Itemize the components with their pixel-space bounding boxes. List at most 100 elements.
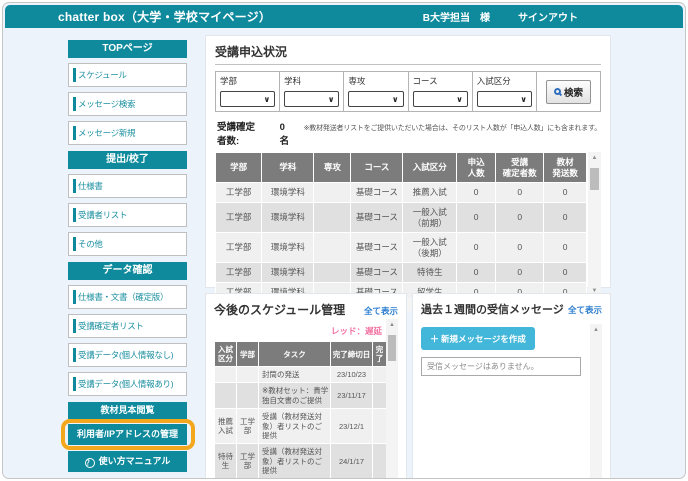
sidebar-item-confirmed-list[interactable]: 受講確定者リスト bbox=[68, 314, 187, 338]
scroll-up-icon[interactable]: ▲ bbox=[590, 324, 602, 336]
sidebar-item-data-personal[interactable]: 受講データ(個人情報あり) bbox=[68, 372, 187, 396]
table-row: 工学部環境学科基礎コース一般入試 （後期）000 bbox=[216, 233, 587, 263]
user-name: B大学担当 様 bbox=[423, 9, 490, 24]
table-cell bbox=[215, 383, 237, 409]
table-cell: 封筒の発送 bbox=[259, 367, 331, 383]
filter-bar: 学部 ∨ 学科 ∨ 専攻 ∨ コース ∨ 入試区分 ∨ bbox=[215, 71, 601, 112]
sidebar-header-submit: 提出/校了 bbox=[68, 151, 187, 169]
table-row: 封筒の発送23/10/23 bbox=[215, 367, 387, 383]
table-cell bbox=[237, 367, 259, 383]
confirmed-count-row: 受講確定者数: 0名 ※教材発送者リストをご提供いただいた場合は、そのリスト人数… bbox=[217, 119, 601, 147]
filter-major: 専攻 ∨ bbox=[344, 72, 408, 111]
table-cell: 工学部 bbox=[237, 444, 259, 479]
table-row: ※教材セット：貴学独自文書のご提供23/11/17 bbox=[215, 383, 387, 409]
table-cell: 23/12/1 bbox=[331, 409, 373, 444]
table-cell: 一般入試 （後期） bbox=[403, 233, 457, 263]
department-select[interactable]: ∨ bbox=[284, 91, 339, 107]
sidebar-item-schedule[interactable]: スケジュール bbox=[68, 63, 187, 87]
table-cell: 環境学科 bbox=[262, 263, 314, 283]
scrollbar-thumb[interactable] bbox=[388, 335, 396, 361]
table-cell: 環境学科 bbox=[262, 183, 314, 203]
filter-course: コース ∨ bbox=[409, 72, 473, 111]
sidebar-item-student-list[interactable]: 受講者リスト bbox=[68, 203, 187, 227]
table-cell: 工学部 bbox=[216, 202, 262, 232]
application-table-header-row: 学部 学科 専攻 コース 入試区分 申込 人数 受講 確定者数 教材 発送数 bbox=[216, 153, 587, 183]
plus-icon: ＋ bbox=[430, 332, 439, 345]
table-cell: ※教材セット：貴学独自文書のご提供 bbox=[259, 383, 331, 409]
chevron-down-icon: ∨ bbox=[456, 95, 463, 104]
sidebar-item-data-anonymous[interactable]: 受講データ(個人情報なし) bbox=[68, 343, 187, 367]
schedule-panel: 今後のスケジュール管理 全て表示 レッド：遅延 入試 区分 学部 タスク 完了締… bbox=[205, 293, 407, 479]
scroll-up-icon[interactable]: ▲ bbox=[588, 152, 601, 164]
table-row: 工学部環境学科基礎コース特待生000 bbox=[216, 263, 587, 283]
table-cell: 基礎コース bbox=[351, 263, 403, 283]
filter-search-cell: 検索 bbox=[537, 72, 600, 111]
sidebar-item-message-search[interactable]: メッセージ検索 bbox=[68, 92, 187, 116]
table-row: 工学部環境学科基礎コース一般入試 （前期）000 bbox=[216, 202, 587, 232]
schedule-table-header-row: 入試 区分 学部 タスク 完了締切日 完 了 bbox=[215, 342, 387, 367]
table-cell: 0 bbox=[457, 202, 496, 232]
course-select[interactable]: ∨ bbox=[413, 91, 468, 107]
sidebar-section-submit: 提出/校了 仕様書 受講者リスト その他 bbox=[68, 151, 187, 256]
table-cell: 0 bbox=[496, 202, 544, 232]
major-select[interactable]: ∨ bbox=[348, 91, 403, 107]
sidebar-header-data: データ確認 bbox=[68, 262, 187, 280]
table-cell: 23/11/17 bbox=[331, 383, 373, 409]
delay-legend: レッド：遅延 bbox=[214, 325, 382, 337]
table-cell: 0 bbox=[457, 183, 496, 203]
application-table-zone: 学部 学科 専攻 コース 入試区分 申込 人数 受講 確定者数 教材 発送数 工… bbox=[215, 152, 601, 297]
search-button[interactable]: 検索 bbox=[546, 80, 591, 104]
table-cell: 特待生 bbox=[403, 263, 457, 283]
sidebar-item-spec[interactable]: 仕様書 bbox=[68, 174, 187, 198]
table-row: 特待生工学部受講（教材発送対象）者リストのご提供24/1/17 bbox=[215, 444, 387, 479]
sidebar-item-message-new[interactable]: メッセージ新規 bbox=[68, 121, 187, 145]
faculty-select[interactable]: ∨ bbox=[220, 91, 275, 107]
table-cell: 環境学科 bbox=[262, 233, 314, 263]
question-icon: ？ bbox=[85, 458, 95, 468]
table-cell: 工学部 bbox=[216, 263, 262, 283]
table-cell bbox=[373, 444, 387, 479]
table-cell: 推薦入試 bbox=[403, 183, 457, 203]
app-title: chatter box（大学・学校マイページ） bbox=[58, 8, 271, 25]
messages-view-all-link[interactable]: 全て表示 bbox=[568, 304, 602, 316]
table-cell: 0 bbox=[496, 183, 544, 203]
schedule-table: 入試 区分 学部 タスク 完了締切日 完 了 封筒の発送23/10/23※教材セ… bbox=[214, 341, 387, 479]
table-cell bbox=[314, 263, 351, 283]
scroll-up-icon[interactable]: ▲ bbox=[386, 319, 398, 331]
table-row: 推薦入試工学部受講（教材発送対象）者リストのご提供23/12/1 bbox=[215, 409, 387, 444]
table-cell: 0 bbox=[544, 263, 587, 283]
table-cell: 工学部 bbox=[237, 409, 259, 444]
messages-panel-title: 過去１週間の受信メッセージ bbox=[421, 301, 564, 317]
messages-panel: 過去１週間の受信メッセージ 全て表示 ＋ 新規メッセージを作成 受信メッセージは… bbox=[412, 293, 611, 479]
table-cell: 24/1/17 bbox=[331, 444, 373, 479]
top-bar: chatter box（大学・学校マイページ） B大学担当 様 サインアウト bbox=[5, 5, 683, 28]
confirmed-count-value: 0名 bbox=[280, 122, 290, 147]
sidebar: TOPページ スケジュール メッセージ検索 メッセージ新規 提出/校了 仕様書 … bbox=[68, 40, 187, 477]
material-sample-button[interactable]: 教材見本閲覧 bbox=[68, 402, 187, 419]
table-cell: 23/10/23 bbox=[331, 367, 373, 383]
sidebar-item-other[interactable]: その他 bbox=[68, 232, 187, 256]
sidebar-header-top: TOPページ bbox=[68, 40, 187, 58]
table-cell: 0 bbox=[457, 263, 496, 283]
schedule-view-all-link[interactable]: 全て表示 bbox=[364, 305, 398, 317]
table-cell bbox=[314, 233, 351, 263]
table-cell bbox=[215, 367, 237, 383]
application-table: 学部 学科 専攻 コース 入試区分 申込 人数 受講 確定者数 教材 発送数 工… bbox=[215, 152, 587, 297]
new-message-button[interactable]: ＋ 新規メッセージを作成 bbox=[421, 327, 535, 350]
table-cell bbox=[314, 202, 351, 232]
scrollbar-thumb[interactable] bbox=[590, 168, 599, 190]
sidebar-item-spec-final[interactable]: 仕様書・文書（確定版） bbox=[68, 285, 187, 309]
search-icon bbox=[554, 88, 561, 95]
table-cell: 0 bbox=[457, 233, 496, 263]
ip-admin-button[interactable]: 利用者/IPアドレスの管理 bbox=[68, 424, 187, 445]
table-cell: 0 bbox=[544, 202, 587, 232]
manual-button[interactable]: ？使い方マニュアル bbox=[68, 451, 187, 472]
exam-type-select[interactable]: ∨ bbox=[477, 91, 532, 107]
table-cell: 受講（教材発送対象）者リストのご提供 bbox=[259, 444, 331, 479]
table-cell: 工学部 bbox=[216, 233, 262, 263]
table-cell: 0 bbox=[496, 233, 544, 263]
messages-scrollbar: ▲ bbox=[590, 324, 602, 479]
signout-link[interactable]: サインアウト bbox=[518, 9, 578, 24]
filter-department: 学科 ∨ bbox=[280, 72, 344, 111]
sidebar-section-top: TOPページ スケジュール メッセージ検索 メッセージ新規 bbox=[68, 40, 187, 145]
